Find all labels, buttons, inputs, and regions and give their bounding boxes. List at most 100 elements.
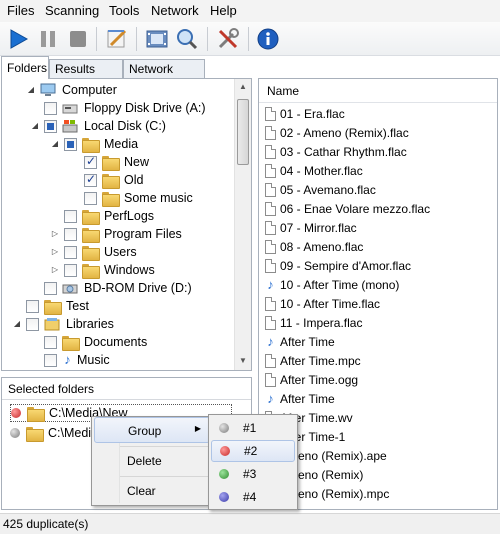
play-icon[interactable] [4,25,32,53]
menu-item-group[interactable]: Group ▶ [94,417,210,443]
tree-item-computer[interactable]: ◢ Computer [26,81,117,99]
column-header-name[interactable]: Name [259,79,497,103]
tab-folders[interactable]: Folders [1,56,49,79]
checkbox[interactable] [44,281,57,295]
menu-network[interactable]: Network [151,3,199,18]
tree-scrollbar[interactable]: ▲ ▼ [234,79,251,370]
tree-item-perflogs[interactable]: PerfLogs [64,207,154,225]
tab-network[interactable]: Network (beta) [123,59,205,90]
tree-item-music[interactable]: ♪ Music [44,351,110,369]
file-row[interactable]: 01 - Era.flac [265,105,345,123]
checkbox[interactable] [44,335,57,349]
toolbar-separator [248,27,249,51]
filmstrip-icon[interactable] [143,25,171,53]
file-row[interactable]: 03 - Cathar Rhythm.flac [265,143,407,161]
folder-icon [44,299,62,315]
file-row[interactable]: 05 - Avemano.flac [265,181,376,199]
tools-icon[interactable] [214,25,242,53]
file-row[interactable]: 11 - Impera.flac [265,314,362,332]
scroll-thumb[interactable] [237,99,249,165]
collapse-icon[interactable]: ◢ [26,85,36,95]
scroll-down-icon[interactable]: ▼ [235,353,251,369]
checkbox[interactable] [84,154,97,169]
checkbox[interactable] [84,191,97,205]
file-row[interactable]: 02 - Ameno (Remix).flac [265,124,409,142]
menu-files[interactable]: Files [7,3,34,18]
checkbox[interactable] [84,172,97,187]
tab-results[interactable]: Results (425) [49,59,123,90]
checkbox[interactable] [26,299,39,313]
expand-icon[interactable]: ▷ [50,229,60,239]
checkbox[interactable] [64,227,77,241]
pause-icon[interactable] [34,25,62,53]
checkbox[interactable] [64,245,77,259]
library-icon [44,317,60,331]
menu-item-group-2[interactable]: #2 [211,440,295,462]
submenu-arrow-icon: ▶ [194,424,201,433]
folder-tree[interactable]: ◢ Computer Floppy Disk Drive (A:) ◢ Loca… [1,78,252,371]
file-row[interactable]: 04 - Mother.flac [265,162,363,180]
menu-separator [120,476,208,477]
tree-item-old[interactable]: Old [84,171,143,189]
folder-icon [82,227,100,243]
menu-bar: Files Scanning Tools Network Help [0,0,500,22]
menu-tools[interactable]: Tools [109,3,139,18]
tree-item-some-music[interactable]: Some music [84,189,193,207]
collapse-icon[interactable]: ◢ [50,139,60,149]
tree-item-program-files[interactable]: ▷ Program Files [50,225,182,243]
checkbox[interactable] [44,101,57,115]
checkbox[interactable] [44,119,57,133]
tree-item-test[interactable]: Test [26,297,89,315]
file-row[interactable]: 08 - Ameno.flac [265,238,363,256]
file-row[interactable]: After Time.mpc [265,352,361,370]
file-row[interactable]: 10 - After Time.flac [265,295,380,313]
file-row[interactable]: ♪ After Time [265,333,334,351]
tree-item-local-disk[interactable]: ◢ Local Disk (C:) [30,117,166,135]
file-row[interactable]: After Time.ogg [265,371,358,389]
tree-item-windows[interactable]: ▷ Windows [50,261,155,279]
scroll-up-icon[interactable]: ▲ [235,79,251,95]
menu-item-clear[interactable]: Clear [94,478,210,504]
file-icon [265,145,276,159]
checkbox[interactable] [64,137,77,151]
toolbar-separator [96,27,97,51]
edit-icon[interactable] [103,25,131,53]
tree-item-users[interactable]: ▷ Users [50,243,137,261]
menu-item-group-3[interactable]: #3 [211,463,295,485]
expand-icon[interactable]: ▷ [50,265,60,275]
group-dot-icon [11,408,21,418]
tree-item-documents[interactable]: Documents [44,333,147,351]
menu-item-group-1[interactable]: #1 [211,417,295,439]
collapse-icon[interactable]: ◢ [12,319,22,329]
expand-icon[interactable]: ▷ [50,247,60,257]
group-submenu: #1 #2 #3 #4 [208,414,298,510]
group-dot-icon [10,428,20,438]
tree-item-new[interactable]: New [84,153,149,171]
checkbox[interactable] [44,353,57,367]
checkbox[interactable] [64,209,77,223]
tree-item-media[interactable]: ◢ Media [50,135,138,153]
info-icon[interactable] [254,25,282,53]
file-icon [265,259,276,273]
file-row[interactable]: 06 - Enae Volare mezzo.flac [265,200,430,218]
checkbox[interactable] [64,263,77,277]
search-disk-icon[interactable] [173,25,201,53]
optical-drive-icon [62,281,78,295]
file-row[interactable]: ♪ 10 - After Time (mono) [265,276,399,294]
tree-item-libraries[interactable]: ◢ Libraries [12,315,114,333]
file-row[interactable]: 09 - Sempire d'Amor.flac [265,257,411,275]
tree-item-floppy[interactable]: Floppy Disk Drive (A:) [44,99,206,117]
menu-help[interactable]: Help [210,3,237,18]
file-row[interactable]: ♪ After Time [265,390,334,408]
file-icon [265,240,276,254]
toolbar-separator [136,27,137,51]
stop-icon[interactable] [64,25,92,53]
collapse-icon[interactable]: ◢ [30,121,40,131]
file-icon [265,183,276,197]
file-row[interactable]: 07 - Mirror.flac [265,219,357,237]
checkbox[interactable] [26,317,39,331]
tree-item-bdrom[interactable]: BD-ROM Drive (D:) [44,279,192,297]
menu-item-group-4[interactable]: #4 [211,486,295,508]
menu-scanning[interactable]: Scanning [45,3,99,18]
menu-item-delete[interactable]: Delete [94,448,210,474]
